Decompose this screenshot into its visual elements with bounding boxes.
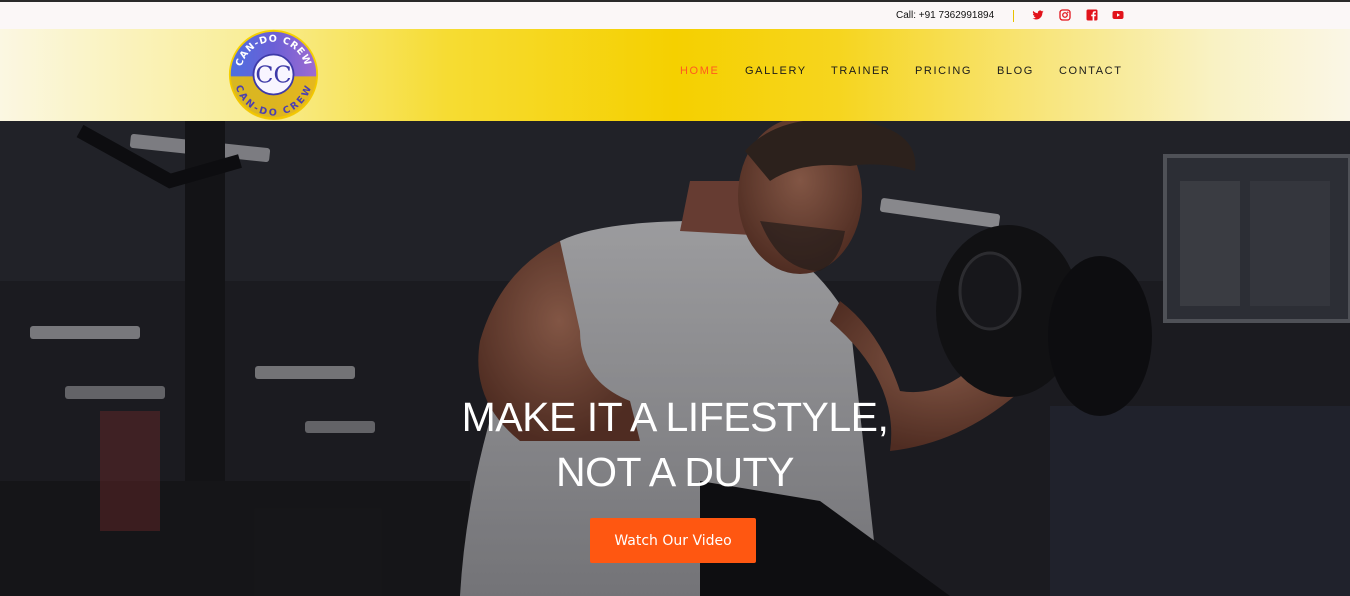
hero-headline-line1: MAKE IT A LIFESTYLE, xyxy=(461,394,889,440)
top-bar: Call: +91 7362991894 xyxy=(0,0,1350,29)
facebook-icon[interactable] xyxy=(1086,9,1098,21)
nav-gallery[interactable]: GALLERY xyxy=(745,65,807,77)
nav-blog[interactable]: BLOG xyxy=(997,65,1034,77)
instagram-icon[interactable] xyxy=(1059,9,1071,21)
hero-section: MAKE IT A LIFESTYLE, NOT A DUTY Watch Ou… xyxy=(0,121,1350,596)
youtube-icon[interactable] xyxy=(1112,9,1124,21)
hero-headline-line2: NOT A DUTY xyxy=(555,449,795,495)
site-header: HOME GALLERY TRAINER PRICING BLOG CONTAC… xyxy=(0,29,1350,121)
twitter-icon[interactable] xyxy=(1032,9,1044,21)
brand-logo[interactable]: CAN-DO CREW CAN-DO CREW CC xyxy=(228,29,319,120)
watch-video-button[interactable]: Watch Our Video xyxy=(590,518,756,563)
topbar-divider xyxy=(1013,10,1014,22)
nav-contact[interactable]: CONTACT xyxy=(1059,65,1123,77)
nav-trainer[interactable]: TRAINER xyxy=(831,65,890,77)
nav-home[interactable]: HOME xyxy=(680,65,719,77)
logo-monogram: CC xyxy=(255,61,291,89)
nav-pricing[interactable]: PRICING xyxy=(915,65,972,77)
call-text: Call: +91 7362991894 xyxy=(896,10,995,21)
